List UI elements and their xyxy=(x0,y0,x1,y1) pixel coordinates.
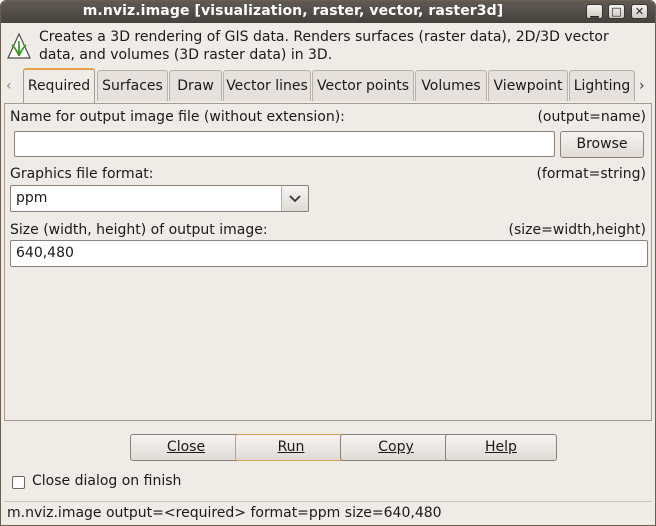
close-window-button[interactable]: ✕ xyxy=(631,4,648,19)
command-preview: m.nviz.image output=<required> format=pp… xyxy=(7,505,442,521)
output-name-label: Name for output image file (without exte… xyxy=(10,109,345,125)
tab-scroll-right-icon[interactable]: › xyxy=(639,78,651,94)
tab-scroll-left-icon[interactable]: ‹ xyxy=(6,78,18,94)
module-description-row: Creates a 3D rendering of GIS data. Rend… xyxy=(1,25,655,67)
copy-button-label: Copy xyxy=(378,439,414,455)
grass-logo-icon xyxy=(7,33,31,59)
copy-button[interactable]: Copy xyxy=(340,434,452,461)
title-bar[interactable]: m.nviz.image [visualization, raster, vec… xyxy=(1,1,655,23)
output-name-hint: (output=name) xyxy=(537,109,646,125)
close-on-finish-checkbox[interactable] xyxy=(12,476,25,489)
tab-volumes[interactable]: Volumes xyxy=(415,70,487,101)
size-hint: (size=width,height) xyxy=(508,222,646,238)
format-label: Graphics file format: xyxy=(10,166,154,182)
tab-surfaces[interactable]: Surfaces xyxy=(97,70,168,101)
close-on-finish-label[interactable]: Close dialog on finish xyxy=(32,473,181,489)
close-button[interactable]: Close xyxy=(130,434,242,461)
tab-required[interactable]: Required xyxy=(23,68,95,103)
run-button-label: Run xyxy=(277,439,305,455)
tab-vector-points[interactable]: Vector points xyxy=(312,70,414,101)
tab-lighting[interactable]: Lighting xyxy=(569,70,635,101)
chevron-down-icon xyxy=(289,195,301,203)
format-select[interactable]: ppm xyxy=(10,185,282,212)
size-label: Size (width, height) of output image: xyxy=(10,222,268,238)
minimize-button[interactable]: ▁ xyxy=(586,4,603,19)
maximize-button[interactable]: □ xyxy=(608,4,625,19)
window-title: m.nviz.image [visualization, raster, vec… xyxy=(82,3,504,19)
format-dropdown-button[interactable] xyxy=(281,185,309,212)
tab-viewpoint[interactable]: Viewpoint xyxy=(488,70,568,101)
tab-vector-lines[interactable]: Vector lines xyxy=(223,70,311,101)
format-hint: (format=string) xyxy=(536,166,646,182)
dialog-window: m.nviz.image [visualization, raster, vec… xyxy=(0,0,656,526)
run-button[interactable]: Run xyxy=(235,434,347,461)
tab-draw[interactable]: Draw xyxy=(169,70,222,101)
close-button-label: Close xyxy=(166,439,206,455)
module-description: Creates a 3D rendering of GIS data. Rend… xyxy=(39,29,609,63)
browse-button[interactable]: Browse xyxy=(560,131,644,158)
help-button-label: Help xyxy=(485,439,517,455)
size-input[interactable]: 640,480 xyxy=(10,240,648,267)
output-name-input[interactable] xyxy=(14,131,555,157)
tab-bar: ‹ Required Surfaces Draw Vector lines Ve… xyxy=(1,68,655,104)
help-button[interactable]: Help xyxy=(445,434,557,461)
status-bar: m.nviz.image output=<required> format=pp… xyxy=(4,501,652,523)
